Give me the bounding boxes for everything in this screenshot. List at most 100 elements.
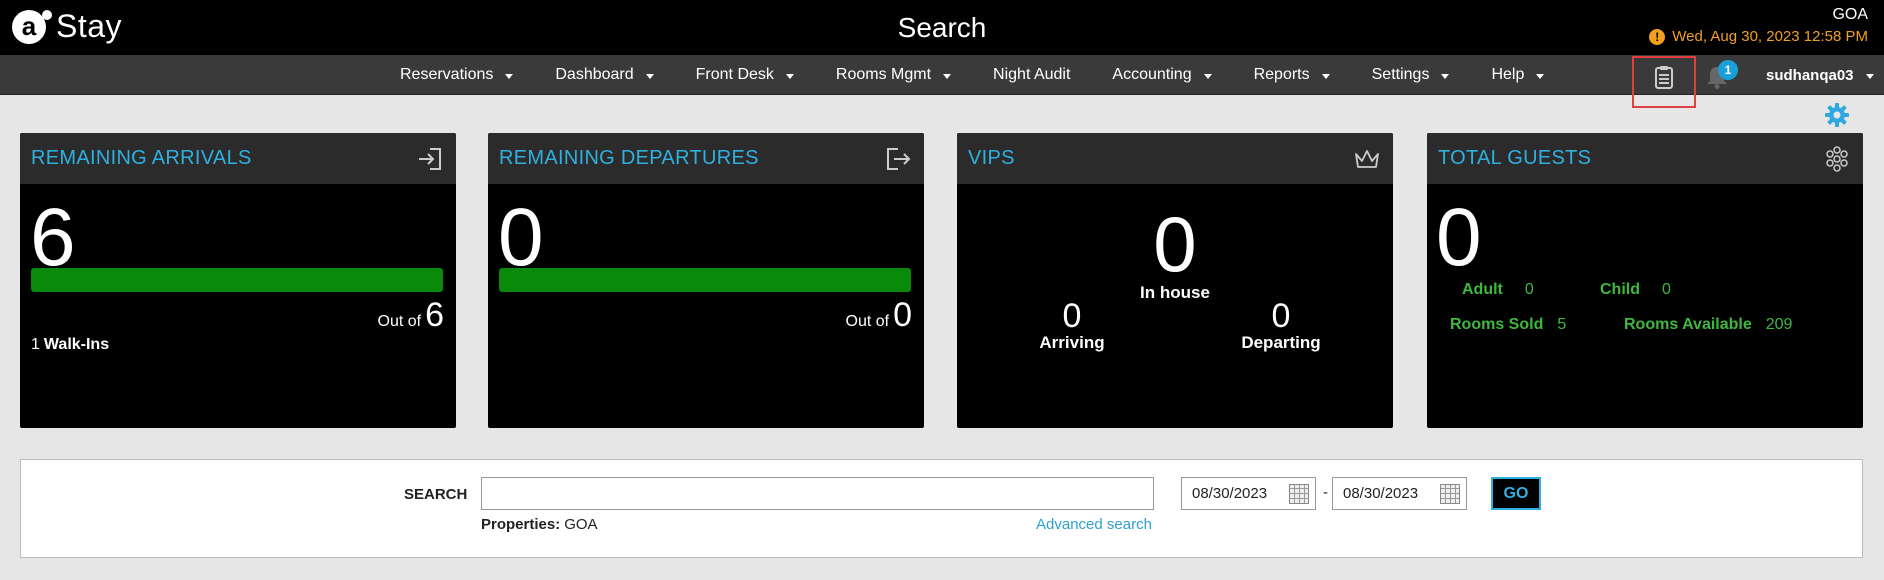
- adult-value: 0: [1524, 281, 1534, 298]
- nav-item-settings[interactable]: Settings: [1372, 55, 1450, 95]
- crown-icon: [1355, 149, 1379, 168]
- caret-down-icon: [1321, 74, 1330, 79]
- departing-label: Departing: [1241, 333, 1321, 352]
- warning-icon: !: [1649, 28, 1666, 45]
- current-datetime: ! Wed, Aug 30, 2023 12:58 PM: [1649, 28, 1868, 45]
- nav-label: Rooms Mgmt: [835, 66, 932, 83]
- gear-icon[interactable]: [1824, 102, 1850, 128]
- arrivals-out-of: Out of 6: [378, 296, 445, 335]
- caret-down-icon: [1441, 74, 1450, 79]
- card-title: REMAINING DEPARTURES: [499, 147, 759, 169]
- nav-label: Dashboard: [555, 66, 634, 83]
- card-header: VIPS: [957, 133, 1393, 184]
- username: sudhanqa03: [1766, 66, 1854, 84]
- nav-item-reports[interactable]: Reports: [1254, 55, 1330, 95]
- date-to-field[interactable]: 08/30/2023: [1332, 477, 1467, 510]
- departures-progress-bar: [499, 268, 911, 292]
- search-panel: SEARCH Properties: GOA Advanced search 08…: [20, 459, 1863, 558]
- property-code: GOA: [1832, 6, 1868, 23]
- out-of-value: 6: [425, 296, 444, 334]
- total-guests-count: 0: [1436, 192, 1482, 283]
- date-from-value: 08/30/2023: [1192, 485, 1268, 502]
- adult-stat: Adult 0: [1462, 281, 1534, 299]
- out-of-label: Out of: [845, 313, 890, 330]
- remaining-departures-card[interactable]: REMAINING DEPARTURES 0 Out of 0: [488, 133, 924, 428]
- arrivals-progress-bar: [31, 268, 443, 292]
- child-value: 0: [1662, 281, 1671, 298]
- walk-ins-label: Walk-Ins: [43, 336, 110, 353]
- departures-count: 0: [498, 192, 544, 283]
- search-label: SEARCH: [404, 486, 468, 503]
- properties-info: Properties: GOA: [481, 516, 598, 533]
- advanced-search-link[interactable]: Advanced search: [1036, 516, 1152, 533]
- remaining-arrivals-card[interactable]: REMAINING ARRIVALS 6 Out of 6 1 Walk-Ins: [20, 133, 456, 428]
- go-button[interactable]: GO: [1491, 477, 1541, 510]
- nav-item-dashboard[interactable]: Dashboard: [555, 55, 654, 95]
- main-navbar: Reservations Dashboard Front Desk Rooms …: [0, 55, 1884, 95]
- caret-down-icon: [1203, 74, 1212, 79]
- arriving-count: 0: [1062, 297, 1082, 335]
- nav-item-reservations[interactable]: Reservations: [400, 55, 514, 95]
- nav-item-accounting[interactable]: Accounting: [1112, 55, 1212, 95]
- nav-item-help[interactable]: Help: [1491, 55, 1545, 95]
- top-header: a Stay Search GOA ! Wed, Aug 30, 2023 12…: [0, 0, 1884, 55]
- group-icon: [1826, 145, 1848, 172]
- card-title: TOTAL GUESTS: [1438, 147, 1592, 169]
- card-title: VIPS: [968, 147, 1015, 169]
- child-stat: Child 0: [1600, 281, 1671, 299]
- walk-ins-count: 1: [31, 336, 40, 353]
- nav-item-front-desk[interactable]: Front Desk: [696, 55, 794, 95]
- vips-card[interactable]: VIPS 0 In house 0 Arriving 0 Departing: [957, 133, 1393, 428]
- total-guests-card[interactable]: TOTAL GUESTS 0 Adult 0 Child 0 Rooms Sold 5…: [1427, 133, 1863, 428]
- clipboard-button[interactable]: [1632, 56, 1696, 108]
- vips-arriving: 0 Arriving: [1037, 299, 1107, 353]
- caret-down-icon: [1536, 74, 1545, 79]
- card-header: TOTAL GUESTS: [1427, 133, 1863, 184]
- nav-menu: Reservations Dashboard Front Desk Rooms …: [400, 55, 1586, 95]
- user-menu[interactable]: sudhanqa03: [1766, 55, 1874, 95]
- rooms-available-value: 209: [1765, 316, 1793, 333]
- notification-badge: 1: [1718, 60, 1738, 80]
- card-title: REMAINING ARRIVALS: [31, 147, 252, 169]
- caret-down-icon: [505, 74, 514, 79]
- properties-value: GOA: [564, 516, 598, 533]
- nav-label: Settings: [1371, 66, 1430, 83]
- vips-departing: 0 Departing: [1236, 299, 1326, 353]
- sign-out-icon: [887, 147, 911, 170]
- in-house-label: In house: [1140, 283, 1210, 302]
- calendar-icon[interactable]: [1440, 484, 1460, 504]
- page-title: Search: [897, 12, 987, 43]
- card-header: REMAINING ARRIVALS: [20, 133, 456, 184]
- rooms-available-stat: Rooms Available 209: [1624, 316, 1792, 334]
- date-to-value: 08/30/2023: [1343, 485, 1419, 502]
- calendar-icon[interactable]: [1289, 484, 1309, 504]
- caret-down-icon: [785, 74, 794, 79]
- out-of-value: 0: [893, 296, 912, 334]
- caret-down-icon: [645, 74, 654, 79]
- rooms-sold-value: 5: [1557, 316, 1567, 333]
- rooms-sold-stat: Rooms Sold 5: [1450, 316, 1566, 334]
- nav-label: Front Desk: [695, 66, 774, 83]
- nav-label: Help: [1491, 66, 1525, 83]
- date-from-field[interactable]: 08/30/2023: [1181, 477, 1316, 510]
- arriving-label: Arriving: [1039, 333, 1105, 352]
- arrivals-count: 6: [30, 192, 76, 283]
- nav-item-night-audit[interactable]: Night Audit: [993, 55, 1070, 95]
- child-label: Child: [1600, 281, 1640, 298]
- out-of-label: Out of: [377, 313, 422, 330]
- clipboard-icon: [1655, 66, 1673, 89]
- nav-label: Night Audit: [993, 66, 1071, 83]
- departing-count: 0: [1271, 297, 1291, 335]
- search-input[interactable]: [481, 477, 1154, 510]
- rooms-sold-label: Rooms Sold: [1450, 316, 1544, 333]
- nav-label: Reports: [1253, 66, 1310, 83]
- nav-label: Accounting: [1112, 66, 1192, 83]
- rooms-available-label: Rooms Available: [1624, 316, 1752, 333]
- vips-in-house: 0 In house: [957, 205, 1393, 303]
- datetime-text: Wed, Aug 30, 2023 12:58 PM: [1672, 28, 1868, 45]
- caret-down-icon: [943, 74, 952, 79]
- adult-label: Adult: [1462, 281, 1503, 298]
- nav-item-rooms-mgmt[interactable]: Rooms Mgmt: [835, 55, 952, 95]
- sign-in-icon: [419, 147, 441, 170]
- properties-label: Properties:: [481, 516, 561, 533]
